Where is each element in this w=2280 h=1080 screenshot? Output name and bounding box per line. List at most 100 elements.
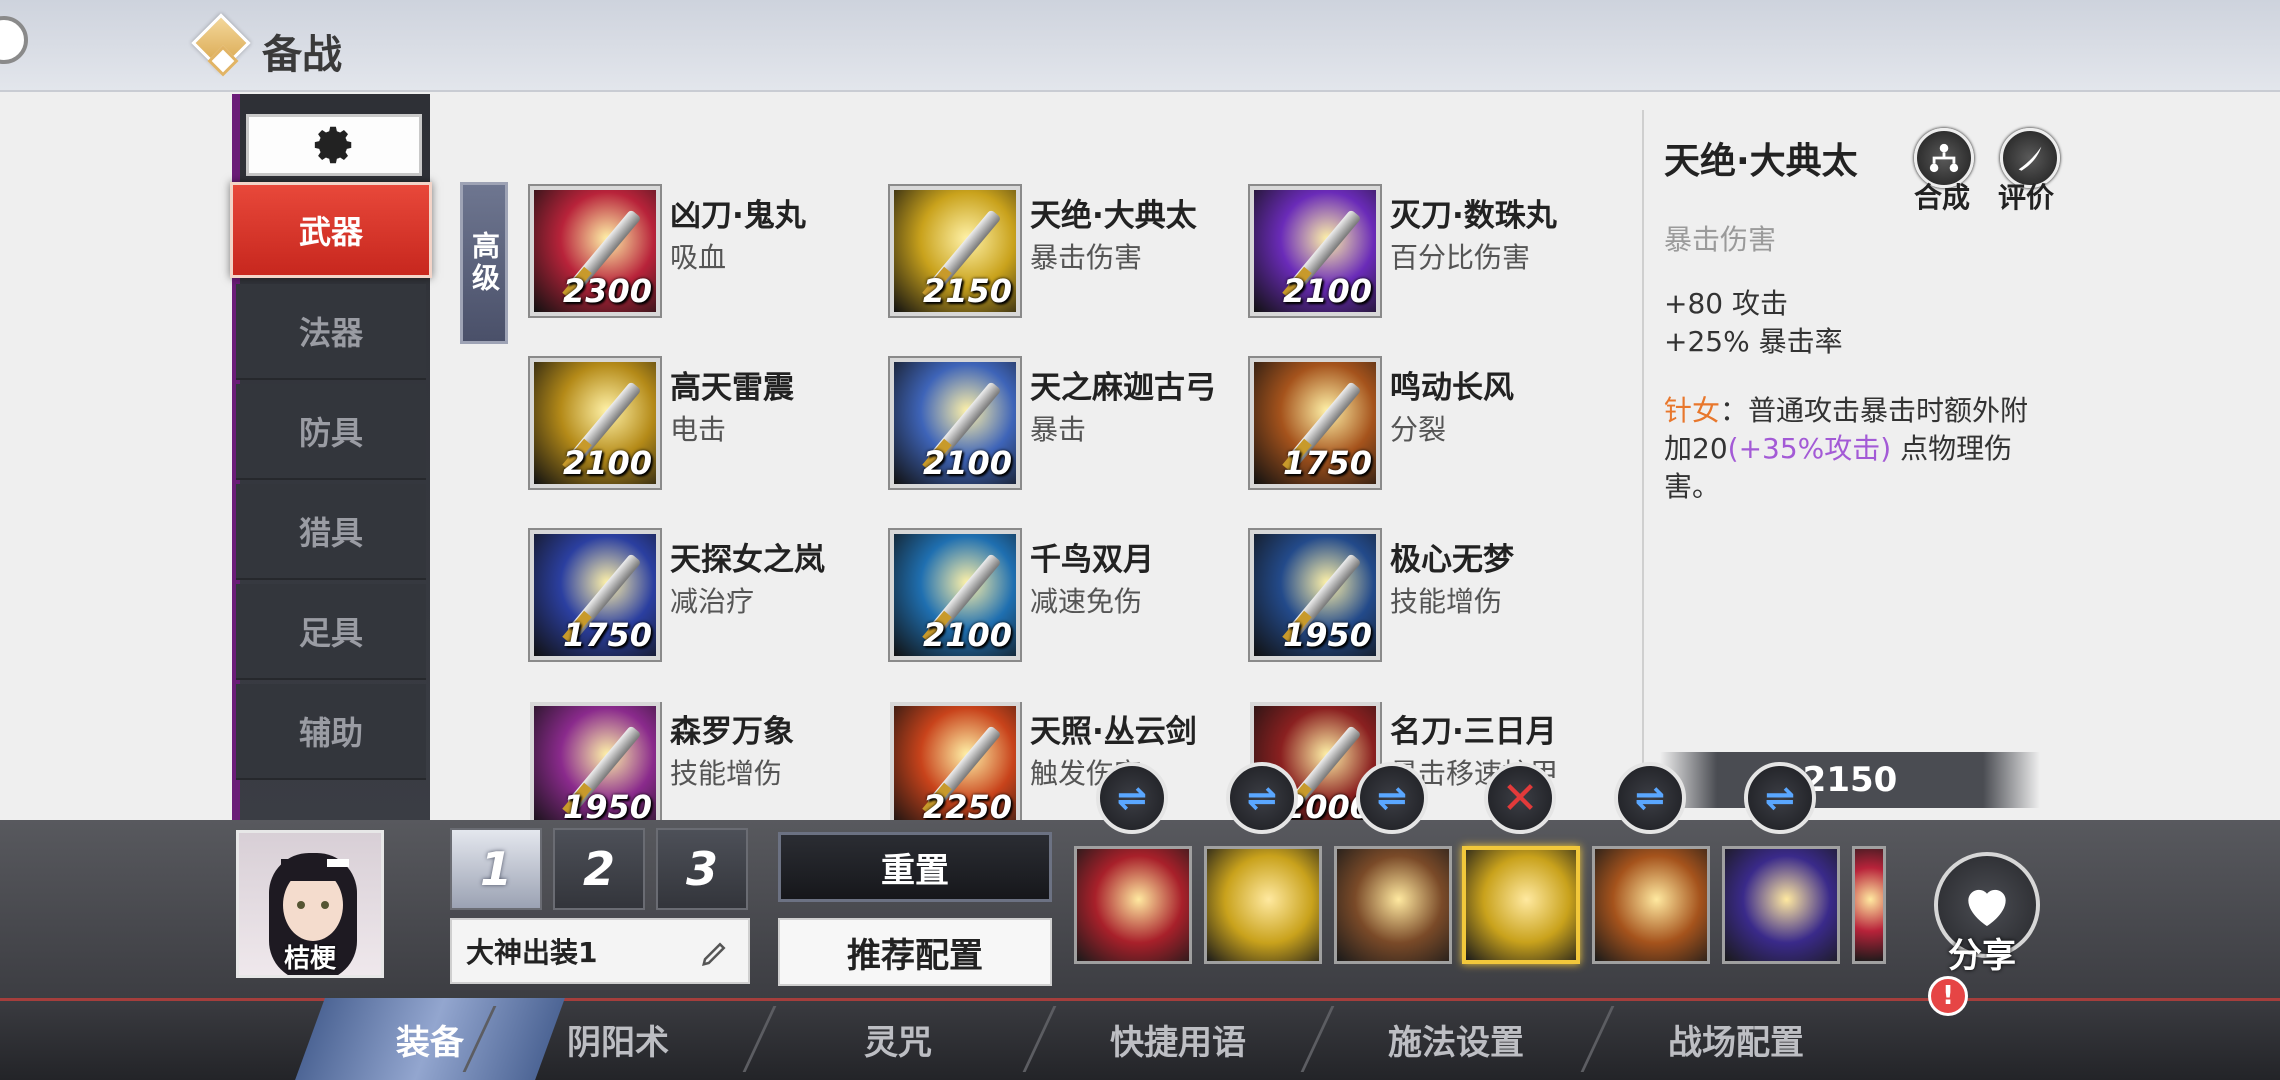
preset-slot-3[interactable]: 3 (656, 828, 748, 910)
remove-item-icon[interactable]: ✕ (1484, 762, 1556, 834)
item-name: 名刀·三日月 (1390, 714, 1557, 750)
brush-icon (2018, 146, 2042, 171)
settings-button[interactable] (246, 114, 422, 176)
swap-item-icon[interactable]: ⇌ (1226, 762, 1298, 834)
shop-item[interactable]: 2100 高天雷震 电击 (530, 358, 870, 498)
detail-stat-crit: +25% 暴击率 (1664, 325, 1843, 358)
tab-label: 战场配置 (1668, 1022, 1804, 1063)
item-effect: 暴击 (1030, 413, 1087, 446)
equipped-item-0[interactable] (1074, 846, 1192, 964)
item-price: 2100 (562, 444, 652, 482)
recommend-config-button[interactable]: 推荐配置 (778, 918, 1052, 986)
swap-item-icon[interactable]: ⇌ (1096, 762, 1168, 834)
preset-slot-2[interactable]: 2 (553, 828, 645, 910)
shop-item[interactable]: 2100 灭刀·数珠丸 百分比伤害 (1250, 186, 1590, 326)
item-icon[interactable]: 2100 (890, 530, 1020, 660)
item-effect: 吸血 (670, 241, 727, 274)
item-name: 天照·丛云剑 (1030, 714, 1197, 750)
detail-subtitle: 暴击伤害 (1664, 223, 1777, 256)
item-icon[interactable]: 2150 (890, 186, 1020, 316)
shop-item[interactable]: 1950 森罗万象 技能增伤 (530, 702, 870, 820)
equipped-item-6[interactable] (1852, 846, 1886, 964)
shop-item[interactable]: 2150 天绝·大典太 暴击伤害 (890, 186, 1230, 326)
tab-3[interactable]: 快捷用语 (1058, 998, 1298, 1080)
swap-item-icon[interactable]: ⇌ (1614, 762, 1686, 834)
item-name: 高天雷震 (670, 370, 794, 406)
category-tab-0[interactable]: 武器 (230, 182, 432, 278)
item-price: 2150 (922, 272, 1012, 310)
tab-label: 快捷用语 (1110, 1022, 1246, 1063)
tab-label: 灵咒 (864, 1022, 932, 1063)
item-price: 2100 (1282, 272, 1372, 310)
detail-item-name: 天绝·大典太 (1664, 141, 1858, 182)
review-label: 评价 (1998, 181, 2055, 214)
heart-bubble-icon (1968, 889, 2006, 926)
item-price: 2250 (922, 788, 1012, 820)
preset-name-text: 大神出装1 (466, 936, 598, 969)
tab-label: 装备 (396, 1022, 464, 1063)
item-effect: 暴击伤害 (1030, 241, 1143, 274)
category-tab-4[interactable]: 足具 (236, 584, 426, 680)
shop-item[interactable]: 2300 凶刀·鬼丸 吸血 (530, 186, 870, 326)
shop-item[interactable]: 1750 天探女之岚 减治疗 (530, 530, 870, 670)
item-price: 1950 (1282, 616, 1372, 654)
tab-2[interactable]: 灵咒 (778, 998, 1018, 1080)
preset-slot-1[interactable]: 1 (450, 828, 542, 910)
item-name: 凶刀·鬼丸 (670, 198, 806, 234)
item-name: 极心无梦 (1390, 542, 1514, 578)
item-icon[interactable]: 2250 (890, 702, 1020, 820)
item-icon[interactable]: 1750 (530, 530, 660, 660)
reset-button[interactable]: 重置 (778, 832, 1052, 902)
equipped-item-5[interactable] (1722, 846, 1840, 964)
detail-stat-attack: +80 攻击 (1664, 287, 1788, 320)
item-icon[interactable]: 2100 (1250, 186, 1380, 316)
item-icon[interactable]: 1750 (1250, 358, 1380, 488)
swap-item-icon[interactable]: ⇌ (1356, 762, 1428, 834)
shop-item[interactable]: 2100 千鸟双月 减速免伤 (890, 530, 1230, 670)
detail-desc-hero: 针女 (1664, 394, 1721, 427)
item-name: 森罗万象 (670, 714, 794, 750)
shop-item[interactable]: 1950 极心无梦 技能增伤 (1250, 530, 1590, 670)
category-tab-3[interactable]: 猎具 (236, 484, 426, 580)
item-icon[interactable]: 2300 (530, 186, 660, 316)
detail-divider (1642, 110, 1644, 810)
pencil-icon[interactable] (700, 938, 730, 968)
item-name: 千鸟双月 (1030, 542, 1154, 578)
equipped-item-1[interactable] (1204, 846, 1322, 964)
category-tab-1[interactable]: 法器 (236, 284, 426, 380)
detail-description: 针女：普通攻击暴击时额外附加20(+35%攻击) 点物理伤害。 (1664, 392, 2044, 506)
top-bar (0, 0, 2280, 92)
item-name: 天探女之岚 (670, 542, 825, 578)
category-tab-5[interactable]: 辅助 (236, 684, 426, 780)
tab-4[interactable]: 施法设置 (1336, 998, 1576, 1080)
equipped-item-2[interactable] (1334, 846, 1452, 964)
detail-desc-highlight: (+35%攻击) (1727, 432, 1892, 465)
alert-badge: ! (1928, 976, 1968, 1016)
grade-tag[interactable]: 高级 (460, 182, 508, 344)
equipped-item-3[interactable] (1462, 846, 1580, 964)
item-icon[interactable]: 1950 (1250, 530, 1380, 660)
item-icon[interactable]: 2100 (890, 358, 1020, 488)
shop-item[interactable]: 2250 天照·丛云剑 触发伤害 (890, 702, 1230, 820)
swap-item-icon[interactable]: ⇌ (1744, 762, 1816, 834)
share-label: 分享 (1948, 936, 2016, 976)
tab-1[interactable]: 阴阳术 (498, 998, 738, 1080)
item-icon[interactable]: 2100 (530, 358, 660, 488)
item-effect: 减治疗 (670, 585, 755, 618)
category-tab-2[interactable]: 防具 (236, 384, 426, 480)
tab-label: 阴阳术 (567, 1022, 669, 1063)
equipped-item-4[interactable] (1592, 846, 1710, 964)
tab-5[interactable]: 战场配置 (1616, 998, 1856, 1080)
shop-item[interactable]: 1750 鸣动长风 分裂 (1250, 358, 1590, 498)
item-name: 鸣动长风 (1390, 370, 1514, 406)
item-effect: 百分比伤害 (1390, 241, 1531, 274)
item-effect: 技能增伤 (670, 757, 783, 790)
tree-icon (1929, 143, 1959, 173)
tab-label: 施法设置 (1388, 1022, 1524, 1063)
item-effect: 技能增伤 (1390, 585, 1503, 618)
shop-item[interactable]: 2100 天之麻迦古弓 暴击 (890, 358, 1230, 498)
compose-label: 合成 (1914, 181, 1971, 214)
item-name: 灭刀·数珠丸 (1390, 198, 1557, 234)
preset-name-field[interactable]: 大神出装1 (450, 918, 750, 984)
item-icon[interactable]: 1950 (530, 702, 660, 820)
